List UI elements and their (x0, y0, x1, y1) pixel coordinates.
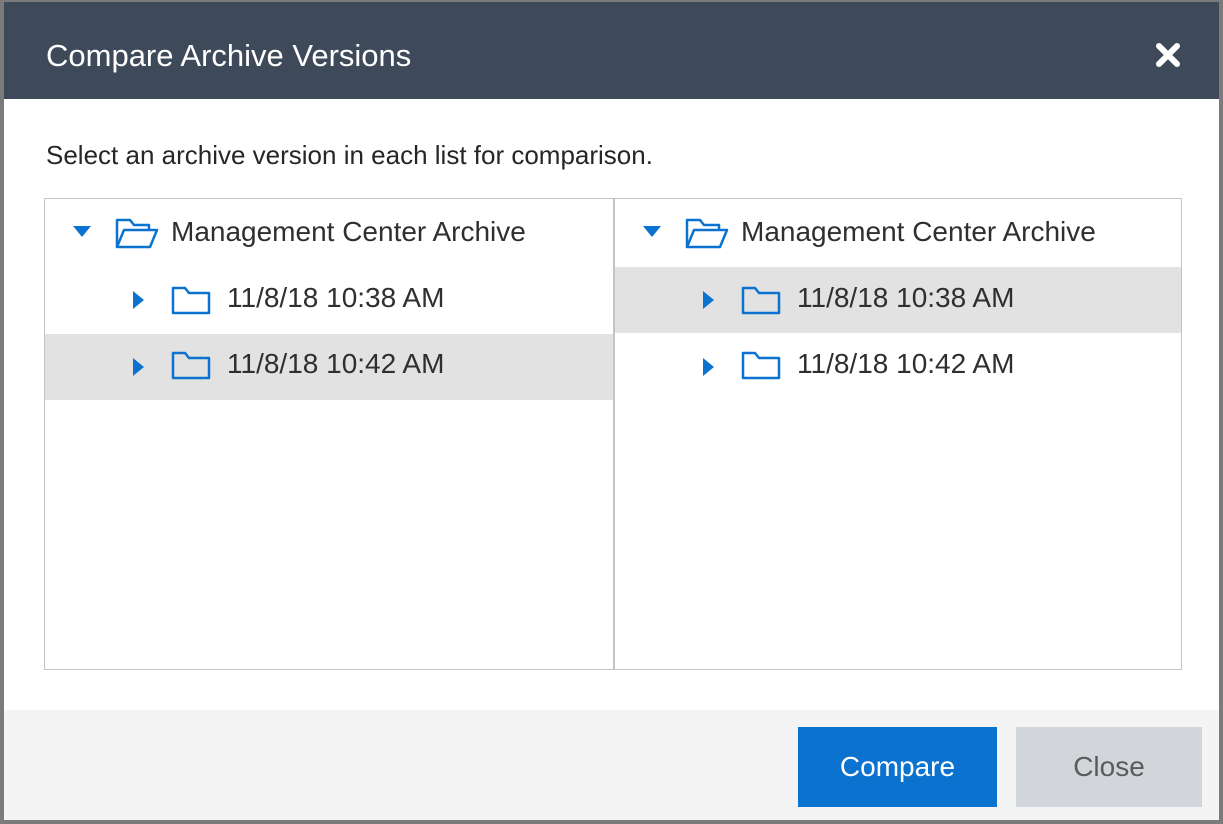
folder-icon (171, 286, 211, 315)
caret-down-icon[interactable] (643, 226, 661, 238)
folder-icon (741, 286, 781, 315)
caret-right-icon[interactable] (133, 291, 145, 309)
dialog-title: Compare Archive Versions (46, 38, 412, 73)
right-archive-list[interactable]: Management Center Archive 11/8/18 10:38 … (615, 199, 1181, 669)
archive-version-label: 11/8/18 10:42 AM (227, 348, 445, 379)
archive-version-label: 11/8/18 10:38 AM (797, 282, 1015, 313)
tree-root-row[interactable]: Management Center Archive (45, 199, 613, 265)
tree-root-label: Management Center Archive (171, 216, 526, 247)
caret-down-icon[interactable] (73, 226, 91, 238)
archive-version-row[interactable]: 11/8/18 10:38 AM (45, 267, 613, 333)
folder-icon (741, 351, 781, 380)
instructions-text: Select an archive version in each list f… (46, 140, 653, 170)
compare-archive-dialog: Compare Archive Versions Select an archi… (4, 2, 1219, 820)
archive-version-row[interactable]: 11/8/18 10:38 AM (615, 267, 1181, 333)
archive-version-row[interactable]: 11/8/18 10:42 AM (615, 334, 1181, 400)
folder-icon (171, 351, 211, 380)
close-icon[interactable] (1155, 42, 1181, 68)
archive-lists: Management Center Archive 11/8/18 10:38 … (44, 198, 1182, 670)
dialog-titlebar: Compare Archive Versions (4, 2, 1219, 99)
caret-right-icon[interactable] (133, 358, 145, 376)
left-archive-list[interactable]: Management Center Archive 11/8/18 10:38 … (45, 199, 615, 669)
folder-open-icon (685, 218, 729, 249)
archive-version-label: 11/8/18 10:38 AM (227, 282, 445, 313)
caret-right-icon[interactable] (703, 291, 715, 309)
tree-root-label: Management Center Archive (741, 216, 1096, 247)
compare-button[interactable]: Compare (798, 727, 997, 807)
caret-right-icon[interactable] (703, 358, 715, 376)
tree-root-row[interactable]: Management Center Archive (615, 199, 1181, 265)
dialog-footer: Compare Close (4, 710, 1219, 820)
folder-open-icon (115, 218, 159, 249)
archive-version-row[interactable]: 11/8/18 10:42 AM (45, 334, 613, 400)
close-button[interactable]: Close (1016, 727, 1202, 807)
archive-version-label: 11/8/18 10:42 AM (797, 348, 1015, 379)
